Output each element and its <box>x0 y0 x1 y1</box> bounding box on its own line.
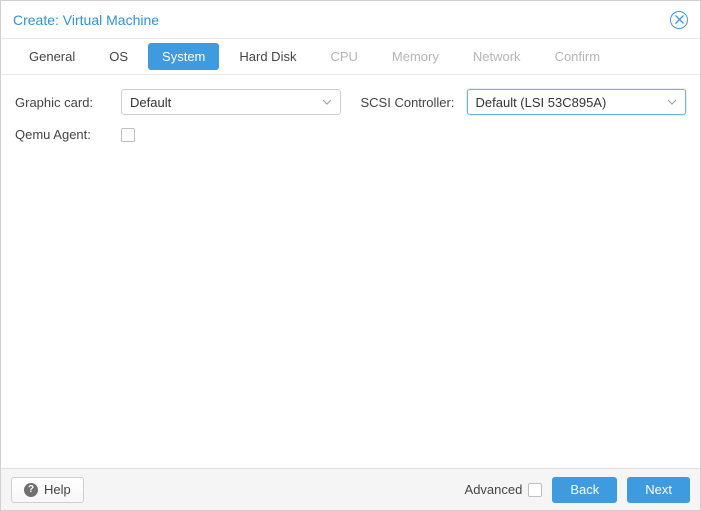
graphic-card-value: Default <box>130 95 171 110</box>
close-button[interactable] <box>670 11 688 29</box>
qemu-agent-field: Qemu Agent: <box>15 127 341 142</box>
graphic-card-label: Graphic card: <box>15 95 113 110</box>
advanced-label: Advanced <box>465 482 523 497</box>
footer: ? Help Advanced Back Next <box>1 468 700 510</box>
help-icon: ? <box>24 483 38 497</box>
tab-cpu: CPU <box>316 43 371 70</box>
qemu-agent-checkbox[interactable] <box>121 128 135 142</box>
tab-general[interactable]: General <box>15 43 89 70</box>
qemu-agent-label: Qemu Agent: <box>15 127 113 142</box>
back-button[interactable]: Back <box>552 477 617 503</box>
graphic-card-field: Graphic card: Default <box>15 89 341 115</box>
tab-os[interactable]: OS <box>95 43 142 70</box>
close-icon <box>675 15 684 24</box>
scsi-controller-field: SCSI Controller: Default (LSI 53C895A) <box>361 89 687 115</box>
dialog-title: Create: Virtual Machine <box>13 12 159 28</box>
help-button[interactable]: ? Help <box>11 477 84 503</box>
advanced-group: Advanced <box>465 482 543 497</box>
help-label: Help <box>44 482 71 497</box>
tab-bar: General OS System Hard Disk CPU Memory N… <box>1 39 700 75</box>
titlebar: Create: Virtual Machine <box>1 1 700 39</box>
chevron-down-icon <box>667 99 677 105</box>
chevron-down-icon <box>322 99 332 105</box>
advanced-checkbox[interactable] <box>528 483 542 497</box>
create-vm-dialog: Create: Virtual Machine General OS Syste… <box>0 0 701 511</box>
tab-network: Network <box>459 43 535 70</box>
graphic-card-select[interactable]: Default <box>121 89 341 115</box>
tab-system[interactable]: System <box>148 43 219 70</box>
scsi-controller-value: Default (LSI 53C895A) <box>476 95 607 110</box>
scsi-controller-label: SCSI Controller: <box>361 95 459 110</box>
next-button[interactable]: Next <box>627 477 690 503</box>
scsi-controller-select[interactable]: Default (LSI 53C895A) <box>467 89 687 115</box>
content-area: Graphic card: Default Qemu Agent: SCSI C… <box>1 75 700 468</box>
left-column: Graphic card: Default Qemu Agent: <box>15 89 341 142</box>
tab-memory: Memory <box>378 43 453 70</box>
right-column: SCSI Controller: Default (LSI 53C895A) <box>361 89 687 115</box>
tab-confirm: Confirm <box>541 43 615 70</box>
tab-harddisk[interactable]: Hard Disk <box>225 43 310 70</box>
